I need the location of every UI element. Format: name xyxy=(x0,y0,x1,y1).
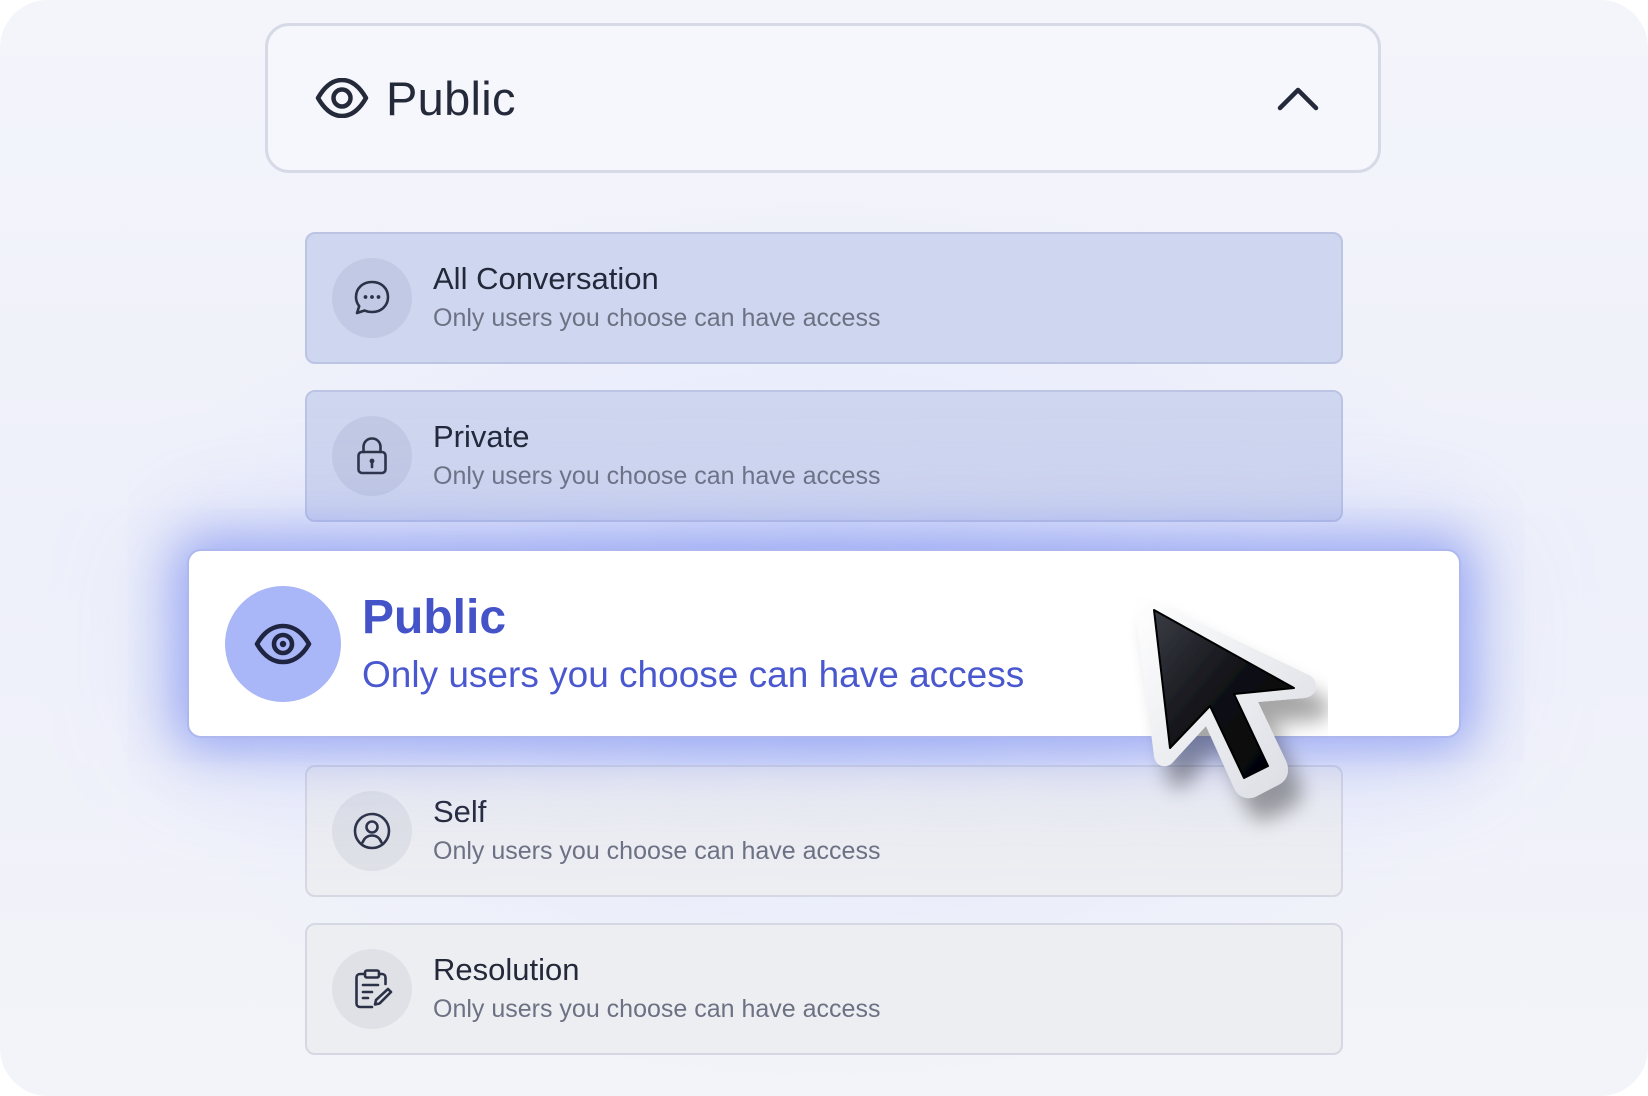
option-subtitle: Only users you choose can have access xyxy=(433,995,881,1023)
option-subtitle: Only users you choose can have access xyxy=(362,653,1025,695)
chat-bubble-icon xyxy=(332,258,412,338)
user-circle-icon xyxy=(332,791,412,871)
option-title: Self xyxy=(433,794,487,829)
mouse-pointer-icon xyxy=(1128,590,1328,850)
clipboard-edit-icon xyxy=(332,949,412,1029)
eye-icon xyxy=(225,585,341,702)
eye-icon xyxy=(315,71,369,125)
lock-icon xyxy=(332,416,412,496)
option-title: Public xyxy=(362,590,507,644)
option-subtitle: Only users you choose can have access xyxy=(433,304,881,332)
option-title: Private xyxy=(433,419,530,454)
option-resolution[interactable]: Resolution Only users you choose can hav… xyxy=(305,923,1343,1055)
option-title: Resolution xyxy=(433,952,580,987)
dropdown-selected-label: Public xyxy=(386,71,516,125)
chevron-up-icon[interactable] xyxy=(1274,74,1322,122)
option-private[interactable]: Private Only users you choose can have a… xyxy=(305,390,1343,522)
option-subtitle: Only users you choose can have access xyxy=(433,462,881,490)
option-subtitle: Only users you choose can have access xyxy=(433,837,881,865)
background-canvas: Public All Conversation Only users you c… xyxy=(0,0,1648,1096)
visibility-dropdown-trigger[interactable]: Public xyxy=(265,23,1381,173)
option-title: All Conversation xyxy=(433,261,659,296)
option-all-conversation[interactable]: All Conversation Only users you choose c… xyxy=(305,232,1343,364)
